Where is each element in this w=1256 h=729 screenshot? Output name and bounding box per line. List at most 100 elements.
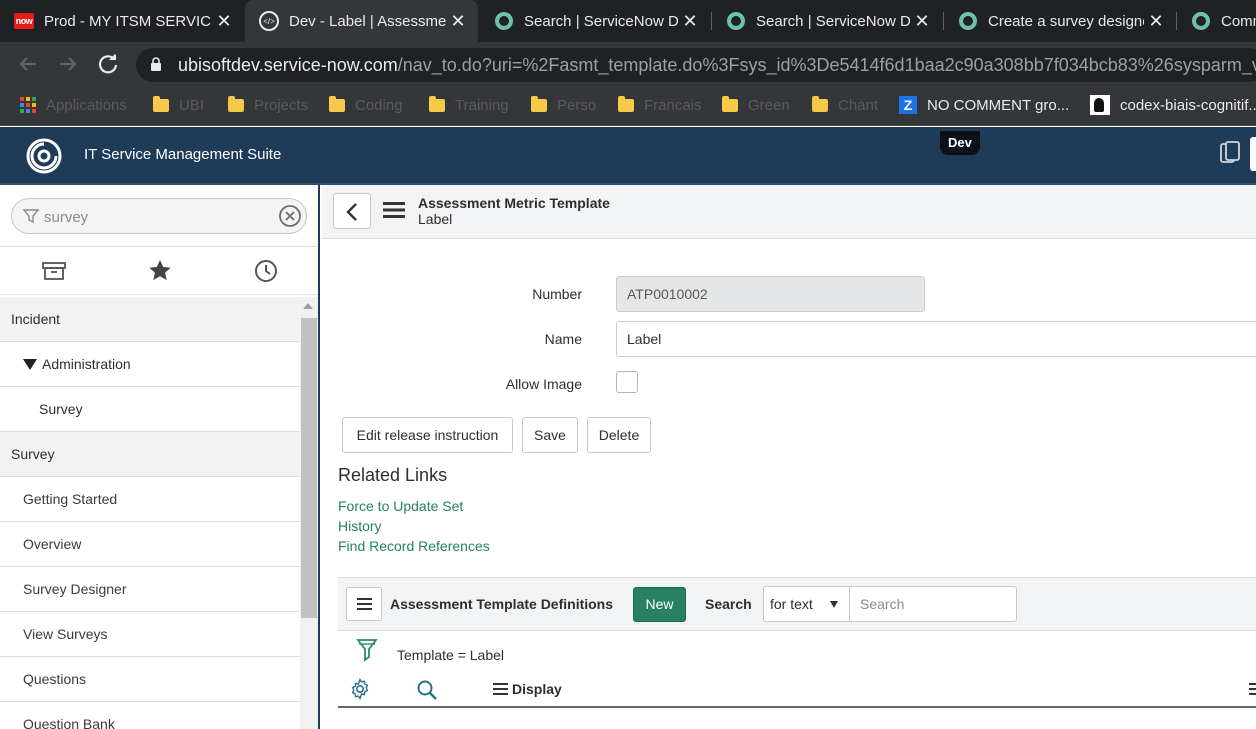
nav-item-questions[interactable]: Questions [0, 657, 300, 702]
form-context-menu-icon[interactable] [383, 201, 405, 219]
bookmark-no-comment[interactable]: Z NO COMMENT gro... [899, 86, 1069, 124]
clear-filter-icon[interactable] [278, 204, 302, 228]
nav-item-getting-started[interactable]: Getting Started [0, 477, 300, 522]
bookmark-folder-coding[interactable]: Coding [329, 86, 403, 124]
url-host: ubisoftdev.service-now.com [178, 55, 398, 75]
search-field-select[interactable]: for text [763, 586, 850, 622]
number-field: ATP0010002 [616, 276, 925, 312]
nav-item-view-surveys[interactable]: View Surveys [0, 612, 300, 657]
bookmark-label: NO COMMENT gro... [927, 96, 1070, 114]
history-link[interactable]: History [338, 518, 382, 534]
bookmark-folder-chant[interactable]: Chant [812, 86, 878, 124]
name-field[interactable]: Label [616, 321, 1256, 357]
column-menu-icon[interactable] [1249, 683, 1256, 695]
tab-title: Create a survey designer [988, 12, 1144, 30]
reload-icon[interactable] [94, 50, 122, 78]
folder-icon [812, 95, 828, 112]
navigator-filter [11, 198, 307, 234]
back-arrow-icon[interactable] [14, 50, 42, 78]
bookmark-folder-ubi[interactable]: UBI [153, 86, 204, 124]
nav-item-label: Survey Designer [23, 581, 127, 597]
nav-item-label: Getting Started [23, 491, 118, 507]
related-list-header: Assessment Template Definitions New Sear… [338, 577, 1256, 631]
browser-tab-6[interactable]: Comm [1177, 0, 1256, 42]
search-input[interactable]: Search [849, 586, 1017, 622]
close-icon[interactable]: ✕ [678, 11, 702, 32]
nav-item-survey-admin[interactable]: Survey [0, 387, 300, 432]
browser-tab-5[interactable]: Create a survey designer ✕ [944, 0, 1176, 42]
display-label: Display [512, 681, 562, 697]
gear-icon[interactable] [349, 678, 371, 700]
archive-icon[interactable] [40, 257, 68, 285]
nav-item-overview[interactable]: Overview [0, 522, 300, 567]
list-header-divider [338, 706, 1256, 708]
search-field-value: for text [770, 596, 813, 612]
nav-section-survey[interactable]: Survey [0, 432, 300, 477]
environment-badge: Dev [940, 131, 980, 155]
folder-icon [618, 95, 634, 112]
browser-tab-4[interactable]: Search | ServiceNow Docs ✕ [712, 0, 942, 42]
folder-icon [429, 95, 445, 112]
browser-tab-2[interactable]: </> Dev - Label | Assessment ✕ [245, 0, 478, 42]
browser-tab-3[interactable]: Search | ServiceNow Docs ✕ [480, 0, 710, 42]
filter-icon [22, 209, 40, 224]
copy-icon[interactable] [1220, 141, 1240, 165]
close-icon[interactable]: ✕ [1144, 11, 1168, 32]
filter-breadcrumb[interactable]: Template = Label [397, 647, 504, 663]
tab-title: Dev - Label | Assessment [289, 12, 446, 30]
close-icon[interactable]: ✕ [446, 11, 470, 32]
browser-tab-1[interactable]: now Prod - MY ITSM SERVICE ✕ [0, 0, 244, 42]
find-record-references-link[interactable]: Find Record References [338, 538, 490, 554]
bookmark-label: Projects [254, 96, 309, 114]
ubisoft-logo-icon[interactable] [26, 138, 62, 174]
delete-button[interactable]: Delete [587, 417, 651, 453]
code-icon: </> [259, 11, 279, 31]
history-icon[interactable] [252, 257, 280, 285]
tab-title: Comm [1221, 12, 1256, 30]
edit-release-instruction-button[interactable]: Edit release instruction [342, 417, 513, 453]
bookmark-folder-francais[interactable]: Francais [618, 86, 702, 124]
filter-funnel-icon[interactable] [356, 638, 378, 664]
address-bar[interactable]: ubisoftdev.service-now.com/nav_to.do?uri… [136, 48, 1256, 82]
bookmark-folder-perso[interactable]: Perso [531, 86, 596, 124]
nav-section-incident[interactable]: Incident [0, 297, 300, 342]
bookmark-label: UBI [179, 96, 205, 114]
hamburger-icon [357, 598, 372, 610]
scrollbar-thumb[interactable] [301, 318, 317, 618]
bookmark-applications[interactable]: Applications [20, 86, 127, 124]
chevron-down-icon [830, 601, 838, 608]
bookmark-codex[interactable]: codex-biais-cognitif... [1090, 86, 1256, 124]
new-button[interactable]: New [633, 587, 686, 622]
navigator-filter-input[interactable] [44, 206, 274, 228]
display-column-header[interactable]: Display [493, 681, 562, 697]
close-icon[interactable]: ✕ [212, 11, 236, 32]
bookmark-label: Perso [557, 96, 597, 114]
scroll-up-arrow-icon[interactable] [303, 303, 313, 309]
folder-icon [153, 95, 169, 112]
forward-arrow-icon[interactable] [54, 50, 82, 78]
header-profile-edge[interactable] [1250, 137, 1256, 171]
back-button[interactable] [333, 193, 371, 229]
nav-group-administration[interactable]: Administration [0, 342, 300, 387]
search-icon[interactable] [416, 679, 438, 701]
bookmark-label: Francais [644, 96, 702, 114]
nav-item-survey-designer[interactable]: Survey Designer [0, 567, 300, 612]
bookmark-label: codex-biais-cognitif... [1120, 96, 1256, 114]
chevron-left-icon [346, 203, 357, 221]
folder-icon [228, 95, 244, 112]
save-button[interactable]: Save [522, 417, 578, 453]
column-menu-icon [493, 683, 508, 695]
form-title: Assessment Metric Template [418, 195, 610, 211]
allow-image-label: Allow Image [505, 376, 582, 392]
bookmark-folder-training[interactable]: Training [429, 86, 509, 124]
allow-image-checkbox[interactable] [616, 371, 638, 393]
list-context-menu-button[interactable] [346, 587, 382, 621]
nav-item-question-bank[interactable]: Question Bank [0, 702, 300, 729]
bookmark-label: Coding [355, 96, 403, 114]
star-icon[interactable] [146, 257, 174, 285]
force-update-set-link[interactable]: Force to Update Set [338, 498, 463, 514]
bookmark-folder-projects[interactable]: Projects [228, 86, 308, 124]
app-header: IT Service Management Suite Dev [0, 127, 1256, 185]
bookmark-folder-green[interactable]: Green [722, 86, 790, 124]
close-icon[interactable]: ✕ [910, 11, 934, 32]
